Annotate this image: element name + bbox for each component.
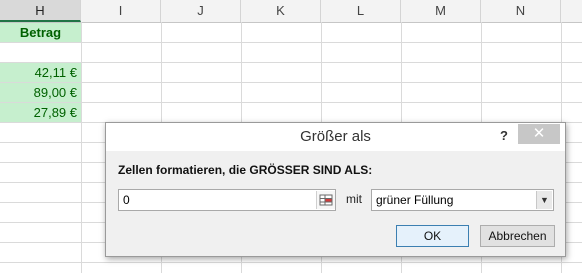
cancel-button[interactable]: Abbrechen: [480, 225, 555, 247]
range-select-button[interactable]: [316, 191, 335, 209]
value-input[interactable]: 0: [118, 189, 336, 211]
grid-line: [0, 62, 582, 63]
close-icon: ✕: [532, 125, 546, 142]
column-header-m[interactable]: M: [401, 0, 481, 22]
ok-button[interactable]: OK: [396, 225, 469, 247]
format-dropdown-value: grüner Füllung: [376, 193, 454, 207]
grid-line: [0, 102, 582, 103]
connector-label: mit: [346, 192, 362, 206]
column-header-l[interactable]: L: [321, 0, 401, 22]
grid-line: [0, 42, 582, 43]
column-header-extra[interactable]: [561, 0, 582, 22]
cell-header-betrag[interactable]: Betrag: [0, 23, 81, 42]
greater-than-dialog: Größer als ? ✕ Zellen formatieren, die G…: [105, 122, 566, 257]
range-select-icon: [319, 194, 333, 206]
close-button[interactable]: ✕: [518, 124, 560, 144]
column-header-row: H I J K L M N: [0, 0, 582, 23]
value-input-text: 0: [123, 193, 130, 207]
chevron-down-icon[interactable]: ▼: [536, 191, 552, 209]
dialog-prompt: Zellen formatieren, die GRÖSSER SIND ALS…: [118, 163, 373, 177]
help-button[interactable]: ?: [493, 126, 515, 146]
grid-line: [81, 22, 82, 273]
cell-amount[interactable]: 42,11 €: [0, 63, 81, 82]
cell-amount[interactable]: 89,00 €: [0, 83, 81, 102]
column-header-i[interactable]: I: [81, 0, 161, 22]
grid-line: [0, 82, 582, 83]
column-header-j[interactable]: J: [161, 0, 241, 22]
cell-amount[interactable]: 27,89 €: [0, 103, 81, 122]
column-header-h[interactable]: H: [0, 0, 81, 22]
column-header-n[interactable]: N: [481, 0, 561, 22]
dialog-titlebar[interactable]: Größer als ? ✕: [106, 123, 565, 151]
grid-line: [0, 262, 582, 263]
column-header-k[interactable]: K: [241, 0, 321, 22]
format-dropdown[interactable]: grüner Füllung ▼: [371, 189, 554, 211]
